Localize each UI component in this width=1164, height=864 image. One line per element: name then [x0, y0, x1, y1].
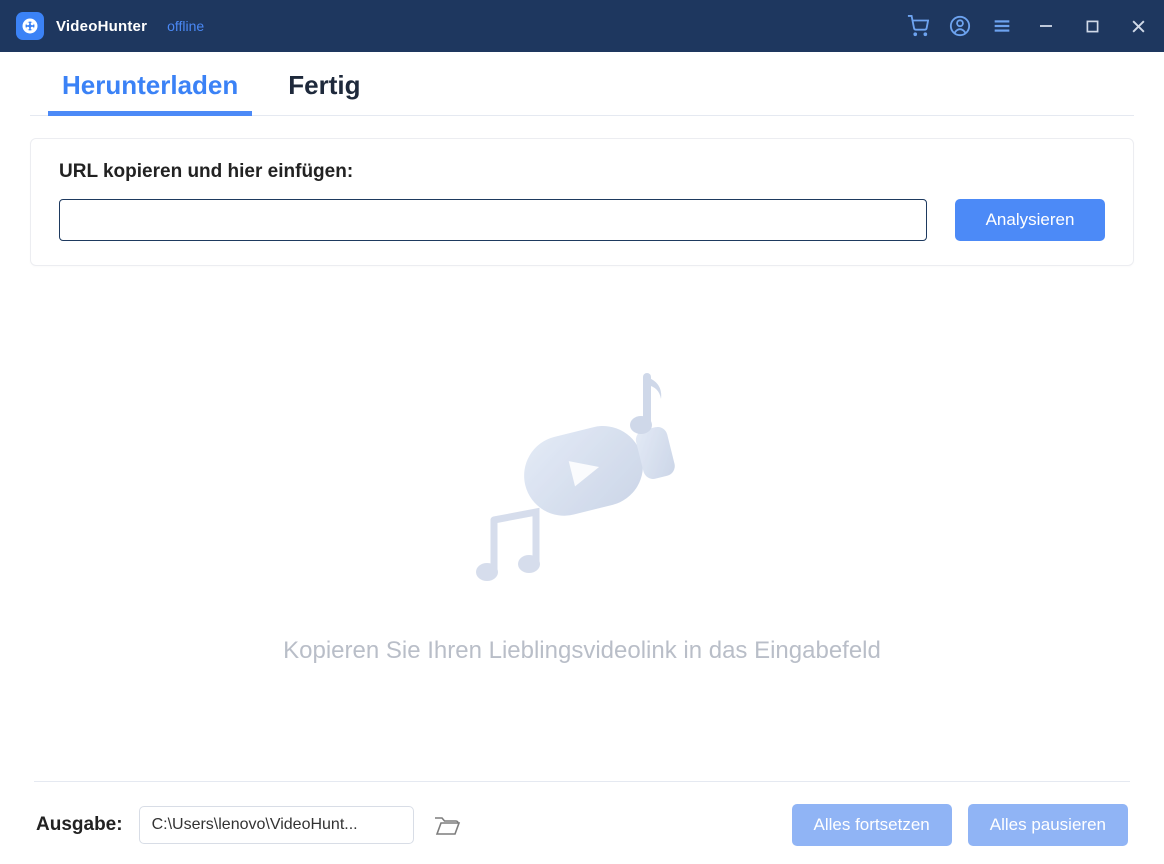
- empty-state-text: Kopieren Sie Ihren Lieblingsvideolink in…: [283, 637, 881, 665]
- analyze-button[interactable]: Analysieren: [955, 199, 1105, 241]
- divider: [34, 781, 1130, 782]
- main-content: Herunterladen Fertig URL kopieren und hi…: [0, 52, 1164, 864]
- empty-illustration-icon: [452, 372, 712, 607]
- maximize-button[interactable]: [1070, 4, 1114, 48]
- app-logo-icon: [16, 12, 44, 40]
- user-icon[interactable]: [940, 6, 980, 46]
- menu-icon[interactable]: [982, 6, 1022, 46]
- tab-done[interactable]: Fertig: [288, 70, 360, 115]
- cart-icon[interactable]: [898, 6, 938, 46]
- tabs: Herunterladen Fertig: [30, 70, 1134, 116]
- url-label: URL kopieren und hier einfügen:: [59, 161, 1105, 183]
- open-folder-icon[interactable]: [430, 808, 464, 842]
- resume-all-button[interactable]: Alles fortsetzen: [792, 804, 952, 846]
- footer-bar: Ausgabe: C:\Users\lenovo\VideoHunt... Al…: [30, 804, 1134, 846]
- output-path-field[interactable]: C:\Users\lenovo\VideoHunt...: [139, 806, 414, 844]
- tab-download[interactable]: Herunterladen: [62, 70, 238, 115]
- title-bar: VideoHunter offline: [0, 0, 1164, 52]
- app-title: VideoHunter: [56, 18, 147, 35]
- minimize-button[interactable]: [1024, 4, 1068, 48]
- url-input[interactable]: [59, 199, 927, 241]
- pause-all-button[interactable]: Alles pausieren: [968, 804, 1128, 846]
- connection-status: offline: [167, 18, 204, 34]
- empty-state: Kopieren Sie Ihren Lieblingsvideolink in…: [30, 266, 1134, 771]
- url-card: URL kopieren und hier einfügen: Analysie…: [30, 138, 1134, 266]
- close-button[interactable]: [1116, 4, 1160, 48]
- output-label: Ausgabe:: [36, 814, 123, 836]
